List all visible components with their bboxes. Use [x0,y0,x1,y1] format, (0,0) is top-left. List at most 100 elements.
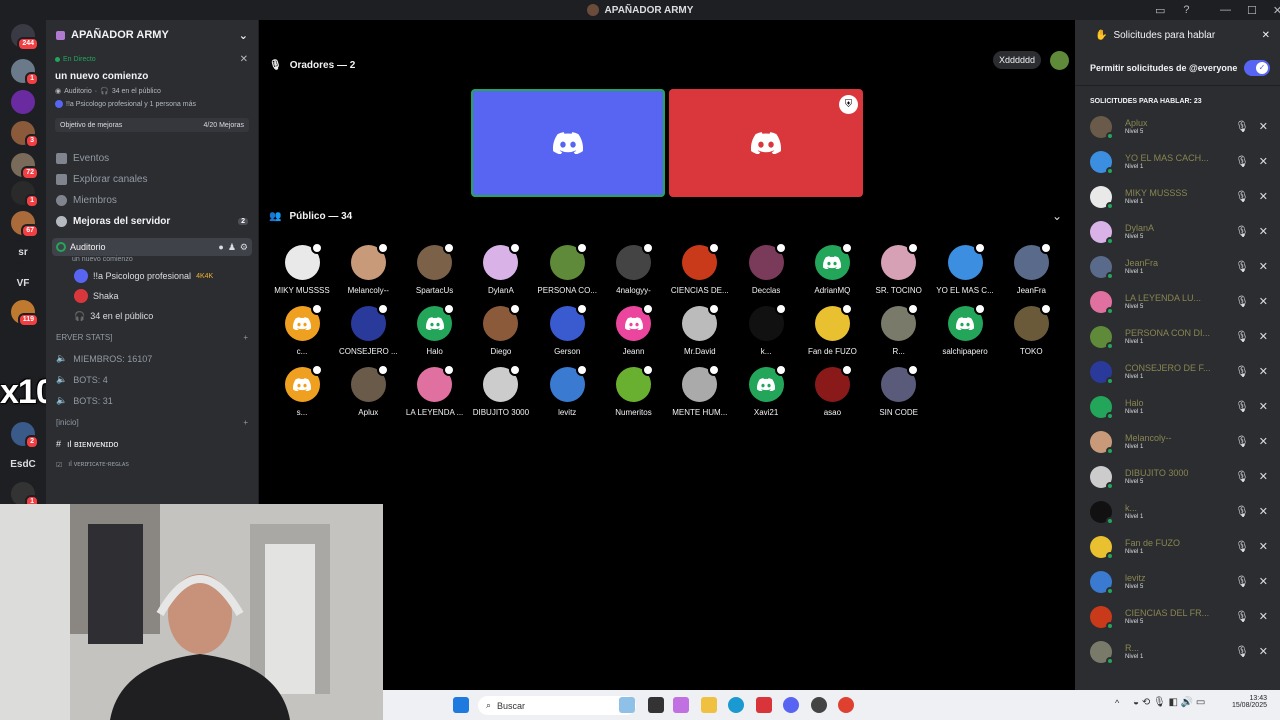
audience-member[interactable]: TOKO [998,303,1064,362]
audience-member[interactable]: k... [733,303,799,362]
audience-member[interactable]: asao [799,364,865,423]
audience-member[interactable]: DIBUJITO 3000 [468,364,534,423]
approve-speaker-button[interactable]: 🎙 [1235,505,1249,518]
audience-member[interactable]: MENTE HUM... [667,364,733,423]
dismiss-request-button[interactable]: ✕ [1259,225,1268,238]
server-icon[interactable]: EsdC [10,452,36,476]
dismiss-request-button[interactable]: ✕ [1259,120,1268,133]
server-icon[interactable]: 244 [11,24,39,51]
stage-user[interactable]: Shaka [46,286,258,306]
approve-speaker-button[interactable]: 🎙 [1235,540,1249,553]
tray-icons[interactable]: ◒ ⟲ 🎙 ◧ 🔊 ▭ [1133,697,1205,708]
audience-member[interactable]: AdrianMQ [799,242,865,301]
approve-speaker-button[interactable]: 🎙 [1235,155,1249,168]
minimize-button[interactable]: — [1220,4,1231,16]
audience-member[interactable]: Melancoly-- [335,242,401,301]
audience-member[interactable]: Mr.David [667,303,733,362]
audience-member[interactable]: SIN CODE [866,364,932,423]
audience-member[interactable]: DylanA [468,242,534,301]
audience-member[interactable]: Diego [468,303,534,362]
tray-chevron-icon[interactable]: ^ [1115,698,1119,708]
task-view-icon[interactable] [648,697,664,713]
audience-member[interactable]: CONSEJERO ... [335,303,401,362]
approve-speaker-button[interactable]: 🎙 [1235,435,1249,448]
dismiss-request-button[interactable]: ✕ [1259,540,1268,553]
nav-browse-channels[interactable]: Explorar canales [46,169,258,190]
help-icon[interactable]: ? [1183,4,1189,16]
dismiss-request-button[interactable]: ✕ [1259,365,1268,378]
approve-speaker-button[interactable]: 🎙 [1235,295,1249,308]
invite-icon[interactable]: ♟ [228,242,236,253]
gear-icon[interactable]: ⚙ [240,242,248,253]
approve-speaker-button[interactable]: 🎙 [1235,400,1249,413]
obs-icon[interactable] [811,697,827,713]
nav-events[interactable]: Eventos [46,148,258,169]
audience-member[interactable]: SpartacUs [402,242,468,301]
audience-member[interactable]: Halo [402,303,468,362]
live-stage-card[interactable]: En Directo ✕ un nuevo comienzo ◉ Auditori… [46,50,258,108]
server-icon[interactable] [11,90,35,114]
nav-members[interactable]: Miembros [46,190,258,211]
dismiss-request-button[interactable]: ✕ [1259,610,1268,623]
approve-speaker-button[interactable]: 🎙 [1235,120,1249,133]
close-icon[interactable]: ✕ [240,54,248,65]
dismiss-request-button[interactable]: ✕ [1259,190,1268,203]
inbox-icon[interactable]: ▭ [1155,4,1165,17]
voice-channel[interactable]: 🔈 MIEMBROS: 16107 [46,348,258,369]
dismiss-request-button[interactable]: ✕ [1259,575,1268,588]
server-icon[interactable]: VF [10,271,36,295]
stage-channel-auditorio[interactable]: Auditorio ● ♟ ⚙ [52,238,252,256]
audience-member[interactable]: JeanFra [998,242,1064,301]
category-server-stats[interactable]: ERVER STATS] + [46,326,258,348]
server-icon[interactable]: 67 [11,211,39,238]
dismiss-request-button[interactable]: ✕ [1259,330,1268,343]
server-icon[interactable]: 2 [11,422,39,449]
dismiss-request-button[interactable]: ✕ [1259,435,1268,448]
windows-start-icon[interactable] [453,697,469,713]
audience-member[interactable]: salchipapero [932,303,998,362]
stage-audience[interactable]: 🎧 34 en el público [46,306,258,326]
dismiss-request-button[interactable]: ✕ [1259,505,1268,518]
audience-member[interactable]: MIKY MUSSSS [269,242,335,301]
audience-member[interactable]: Xavi21 [733,364,799,423]
dismiss-request-button[interactable]: ✕ [1259,470,1268,483]
maximize-button[interactable]: ☐ [1247,4,1257,17]
audience-member[interactable]: CIENCIAS DE... [667,242,733,301]
audience-member[interactable]: LA LEYENDA ... [402,364,468,423]
chat-icon[interactable]: ● [218,242,223,253]
server-icon[interactable]: 3 [11,121,39,148]
approve-speaker-button[interactable]: 🎙 [1235,610,1249,623]
clock[interactable]: 13:43 15/08/2025 [1227,695,1267,709]
chrome-icon[interactable] [838,697,854,713]
audience-member[interactable]: R... [866,303,932,362]
audience-member[interactable]: SR. TOCINO [866,242,932,301]
audience-member[interactable]: PERSONA CO... [534,242,600,301]
dismiss-request-button[interactable]: ✕ [1259,645,1268,658]
dismiss-request-button[interactable]: ✕ [1259,295,1268,308]
audience-member[interactable]: c... [269,303,335,362]
audience-member[interactable]: Fan de FUZO [799,303,865,362]
server-icon[interactable]: 1 [11,59,39,86]
dismiss-request-button[interactable]: ✕ [1259,260,1268,273]
chevron-down-icon[interactable]: ⌄ [1052,209,1062,223]
audience-member[interactable]: Decclas [733,242,799,301]
stage-user[interactable]: !!a Psicologo profesional 4K4K [46,266,258,286]
audience-member[interactable]: s... [269,364,335,423]
dismiss-request-button[interactable]: ✕ [1259,400,1268,413]
approve-speaker-button[interactable]: 🎙 [1235,470,1249,483]
audience-member[interactable]: Jeann [601,303,667,362]
server-icon[interactable]: 1 [11,181,39,208]
boost-goal[interactable]: Objetivo de mejoras 4/20 Mejoras [55,118,249,132]
close-button[interactable]: ✕ [1273,4,1280,17]
edge-icon[interactable] [728,697,744,713]
audience-member[interactable]: Numeritos [601,364,667,423]
file-explorer-icon[interactable] [701,697,717,713]
app-icon[interactable] [756,697,772,713]
discord-icon[interactable] [783,697,799,713]
avatar[interactable] [1050,51,1069,70]
voice-channel[interactable]: 🔈 BOTS: 31 [46,390,258,411]
approve-speaker-button[interactable]: 🎙 [1235,330,1249,343]
audience-member[interactable]: Gerson [534,303,600,362]
speaker-tile[interactable] [471,89,665,197]
close-icon[interactable]: ✕ [1262,30,1270,41]
